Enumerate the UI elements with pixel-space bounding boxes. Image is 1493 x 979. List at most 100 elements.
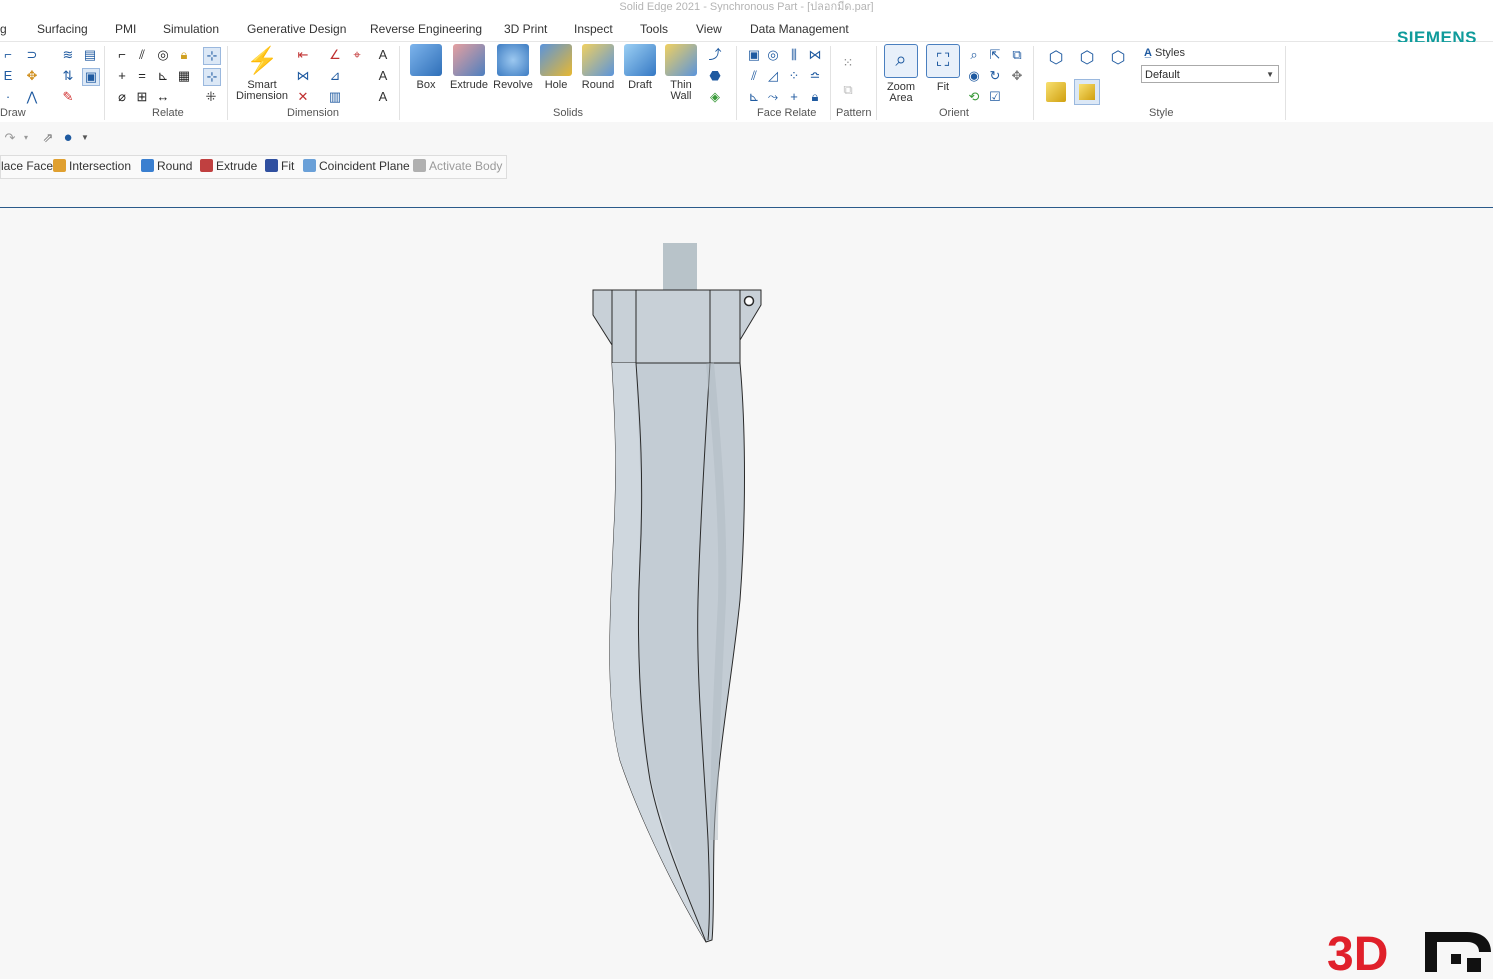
perpendicular-face-icon[interactable]: ⊾ — [746, 89, 762, 105]
tab-tools[interactable]: Tools — [640, 22, 668, 36]
zoom-area-button[interactable]: ⌕ Zoom Area — [882, 44, 920, 104]
parallel-icon[interactable]: ⫽ — [134, 47, 150, 63]
coincident-plane-command[interactable]: Coincident Plane — [303, 159, 410, 173]
add-body-icon[interactable]: ◈ — [707, 89, 723, 105]
wireframe-view-icon[interactable]: ⬡ — [1046, 49, 1066, 70]
equal-radius-icon[interactable]: ⁘ — [786, 68, 802, 84]
select-tool-icon[interactable]: ⇗ — [40, 130, 56, 146]
maintain-relationships-icon[interactable]: ⊹ — [203, 47, 221, 65]
include-icon[interactable]: ▤ — [82, 47, 98, 63]
hole-button[interactable]: Hole — [538, 44, 574, 91]
dimension-grid-icon[interactable]: ▥ — [327, 89, 343, 105]
tab-pmi[interactable]: PMI — [115, 22, 136, 36]
tab-generative-design[interactable]: Generative Design — [247, 22, 346, 36]
draw-tool-icon[interactable]: ⌐ — [0, 47, 16, 63]
tab-data-management[interactable]: Data Management — [750, 22, 849, 36]
dimension-axis-icon[interactable]: ✕ — [295, 89, 311, 105]
move-icon[interactable]: ✥ — [24, 68, 40, 84]
graphics-window[interactable] — [0, 208, 1493, 974]
concentric-face-icon[interactable]: ◎ — [765, 47, 781, 63]
pattern-icon[interactable]: ⁙ — [840, 55, 856, 71]
angle-between-icon[interactable]: ∠ — [327, 47, 343, 63]
mirror-icon[interactable]: ⋀ — [24, 89, 40, 105]
horizontal-face-icon[interactable]: ≏ — [807, 68, 823, 84]
tangent-icon[interactable]: ⌀ — [114, 89, 130, 105]
sketch-view-icon[interactable]: ⟲ — [966, 89, 982, 105]
fix-face-icon[interactable]: 🔒︎ — [807, 89, 823, 105]
view-orientation-icon[interactable]: ☑ — [987, 89, 1003, 105]
aligned-holes-icon[interactable]: ⋈ — [807, 47, 823, 63]
relationship-handles-icon[interactable]: ⊹ — [203, 68, 221, 86]
thin-wall-button[interactable]: Thin Wall — [663, 44, 699, 102]
distance-between-icon[interactable]: ⇤ — [295, 47, 311, 63]
coplanar-icon[interactable]: ▣ — [746, 47, 762, 63]
fit-button[interactable]: ⛶ Fit — [926, 44, 960, 93]
equal-icon[interactable]: = — [134, 68, 150, 84]
symmetric-face-icon[interactable]: ⫼ — [786, 47, 802, 63]
text-style-icon[interactable]: A — [375, 47, 391, 63]
symmetric-diameter-icon[interactable]: ⋈ — [295, 68, 311, 84]
tab-3d-print[interactable]: 3D Print — [504, 22, 547, 36]
look-at-icon[interactable]: ◉ — [966, 68, 982, 84]
tab-surfacing[interactable]: Surfacing — [37, 22, 88, 36]
lip-icon[interactable]: ⬣ — [707, 68, 723, 84]
lock-icon[interactable]: 🔒︎ — [176, 47, 192, 63]
project-icon[interactable]: ≋ — [60, 47, 76, 63]
fit-command[interactable]: Fit — [265, 159, 294, 173]
globe-icon[interactable]: ● — [60, 130, 76, 146]
rotate-icon[interactable]: ↻ — [987, 68, 1003, 84]
tab-simulation[interactable]: Simulation — [163, 22, 219, 36]
round-button[interactable]: Round — [577, 44, 619, 91]
line-tool-icon[interactable]: Ε — [0, 68, 16, 84]
saved-views-icon[interactable]: ⧉ — [1009, 47, 1025, 63]
curve-icon[interactable]: ⊃ — [24, 47, 40, 63]
tab-inspect[interactable]: Inspect — [574, 22, 613, 36]
tab-reverse-engineering[interactable]: Reverse Engineering — [370, 22, 482, 36]
tab-sketching[interactable]: g — [0, 22, 7, 36]
draft-button[interactable]: Draft — [622, 44, 658, 91]
visible-edges-view-icon[interactable]: ⬡ — [1077, 49, 1097, 70]
replace-face-command[interactable]: lace Face — [1, 159, 53, 173]
angular-coordinate-icon[interactable]: ⊿ — [327, 68, 343, 84]
zoom-icon[interactable]: ⌕ — [966, 47, 982, 63]
pencil-icon[interactable]: ✎ — [60, 89, 76, 105]
relationship-assistant-icon[interactable]: ⁜ — [203, 89, 219, 105]
perpendicular-icon[interactable]: ⊾ — [155, 68, 171, 84]
round-command[interactable]: Round — [141, 159, 192, 173]
extrude-command[interactable]: Extrude — [200, 159, 257, 173]
concentric-icon[interactable]: ◎ — [155, 47, 171, 63]
intersection-command[interactable]: Intersection — [53, 159, 131, 173]
shaded-view-icon[interactable] — [1046, 82, 1066, 102]
corner-icon[interactable]: ⌐ — [114, 47, 130, 63]
smart-dimension-button[interactable]: ⚡ Smart Dimension — [234, 44, 290, 102]
tab-view[interactable]: View — [696, 22, 722, 36]
parallel-face-icon[interactable]: ⫽ — [746, 68, 762, 84]
thread-icon[interactable]: ⤴ — [707, 47, 723, 63]
chevron-down-icon[interactable]: ▼ — [77, 130, 93, 146]
extrude-button[interactable]: Extrude — [447, 44, 491, 91]
box-button[interactable]: Box — [406, 44, 446, 91]
symmetric-icon[interactable]: ⊞ — [134, 89, 150, 105]
coordinate-dimension-icon[interactable]: ⌖ — [349, 47, 365, 63]
tangent-face-icon[interactable]: ◿ — [765, 68, 781, 84]
connect-icon[interactable]: + — [114, 68, 130, 84]
style-select[interactable]: Default ▼ — [1141, 65, 1279, 83]
spin-icon[interactable]: ✥ — [1009, 68, 1025, 84]
revolve-button[interactable]: Revolve — [491, 44, 535, 91]
chevron-down-icon[interactable]: ▾ — [18, 130, 34, 146]
redo-icon[interactable]: ↷ — [2, 130, 18, 146]
activate-body-command[interactable]: Activate Body — [413, 159, 502, 173]
shaded-with-edges-view-icon[interactable] — [1074, 79, 1100, 105]
rigid-face-icon[interactable]: + — [786, 89, 802, 105]
font-icon[interactable]: A — [375, 68, 391, 84]
styles-label[interactable]: A̲ Styles — [1144, 47, 1185, 59]
horizontal-vertical-icon[interactable]: ↔ — [155, 89, 171, 105]
offset-icon[interactable]: ⇅ — [60, 68, 76, 84]
hidden-edges-view-icon[interactable]: ⬡ — [1108, 49, 1128, 70]
construction-icon[interactable]: ▣ — [82, 68, 100, 86]
mirror-pattern-icon[interactable]: ⧉ — [840, 82, 856, 98]
font-size-icon[interactable]: A — [375, 89, 391, 105]
rigid-set-icon[interactable]: ▦ — [176, 68, 192, 84]
pan-icon[interactable]: ⇱ — [987, 47, 1003, 63]
offset-face-icon[interactable]: ⤳ — [765, 89, 781, 105]
